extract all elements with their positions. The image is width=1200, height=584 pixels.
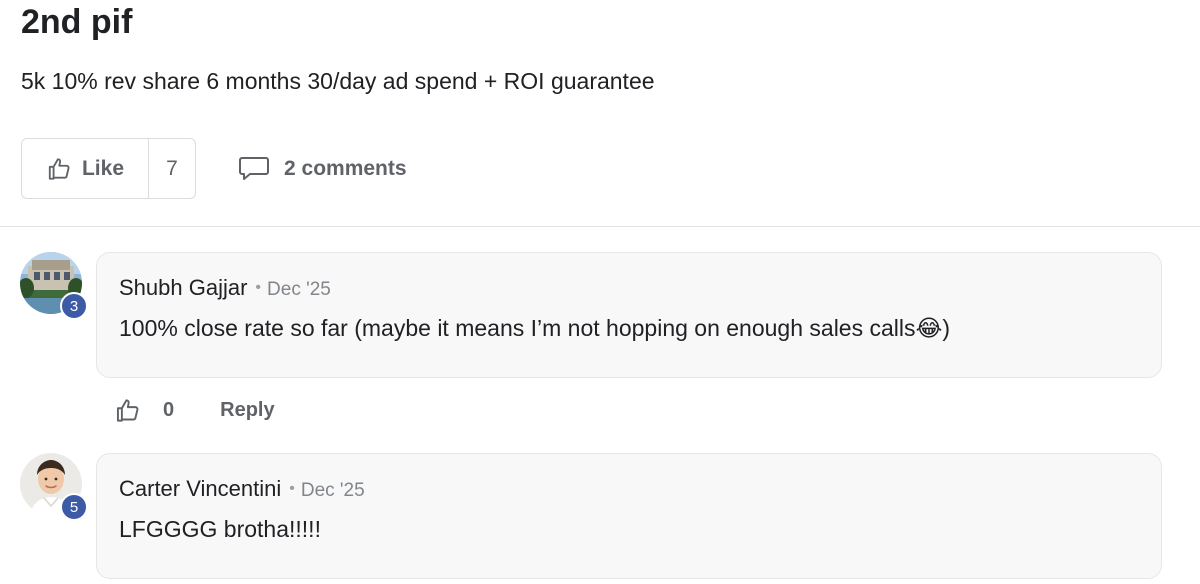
comment-header: Carter Vincentini • Dec '25 (119, 476, 365, 502)
comment-actions: 0 Reply (114, 395, 275, 425)
thumbs-up-icon[interactable] (114, 397, 141, 424)
comment-author[interactable]: Carter Vincentini (119, 476, 281, 502)
comment-date: Dec '25 (267, 279, 331, 300)
comment-date: Dec '25 (300, 480, 365, 501)
post-title: 2nd pif (21, 3, 133, 41)
reply-button[interactable]: Reply (220, 399, 274, 422)
level-badge: 5 (60, 493, 88, 521)
like-count[interactable]: 7 (148, 139, 195, 198)
comment-text: LFGGGG brotha!!!!! (119, 516, 321, 542)
comments-button[interactable]: 2 comments (238, 153, 407, 185)
separator-dot: • (255, 279, 262, 296)
separator-dot: • (289, 480, 295, 497)
comment-header: Shubh Gajjar • Dec '25 (119, 275, 331, 301)
post-body: 5k 10% rev share 6 months 30/day ad spen… (21, 68, 655, 94)
like-label: Like (81, 156, 125, 180)
comment-avatar[interactable]: 3 (20, 252, 88, 320)
thumbs-up-icon (46, 156, 72, 182)
level-badge: 3 (60, 292, 88, 320)
like-button[interactable]: Like (22, 139, 148, 198)
post-page: 2nd pif 5k 10% rev share 6 months 30/day… (0, 0, 1200, 584)
comment-avatar[interactable]: 5 (20, 453, 88, 521)
comment-like-count: 0 (163, 398, 175, 421)
comment-bubble: Shubh Gajjar • Dec '25 100% close rate s… (96, 252, 1162, 378)
speech-bubble-icon (238, 155, 270, 183)
comment-text: 100% close rate so far (maybe it means I… (119, 315, 951, 341)
divider (0, 226, 1200, 227)
comment-bubble: Carter Vincentini • Dec '25 LFGGGG broth… (96, 453, 1162, 579)
comments-label: 2 comments (284, 157, 407, 180)
like-group: Like 7 (21, 138, 196, 199)
comment-author[interactable]: Shubh Gajjar (119, 275, 247, 301)
